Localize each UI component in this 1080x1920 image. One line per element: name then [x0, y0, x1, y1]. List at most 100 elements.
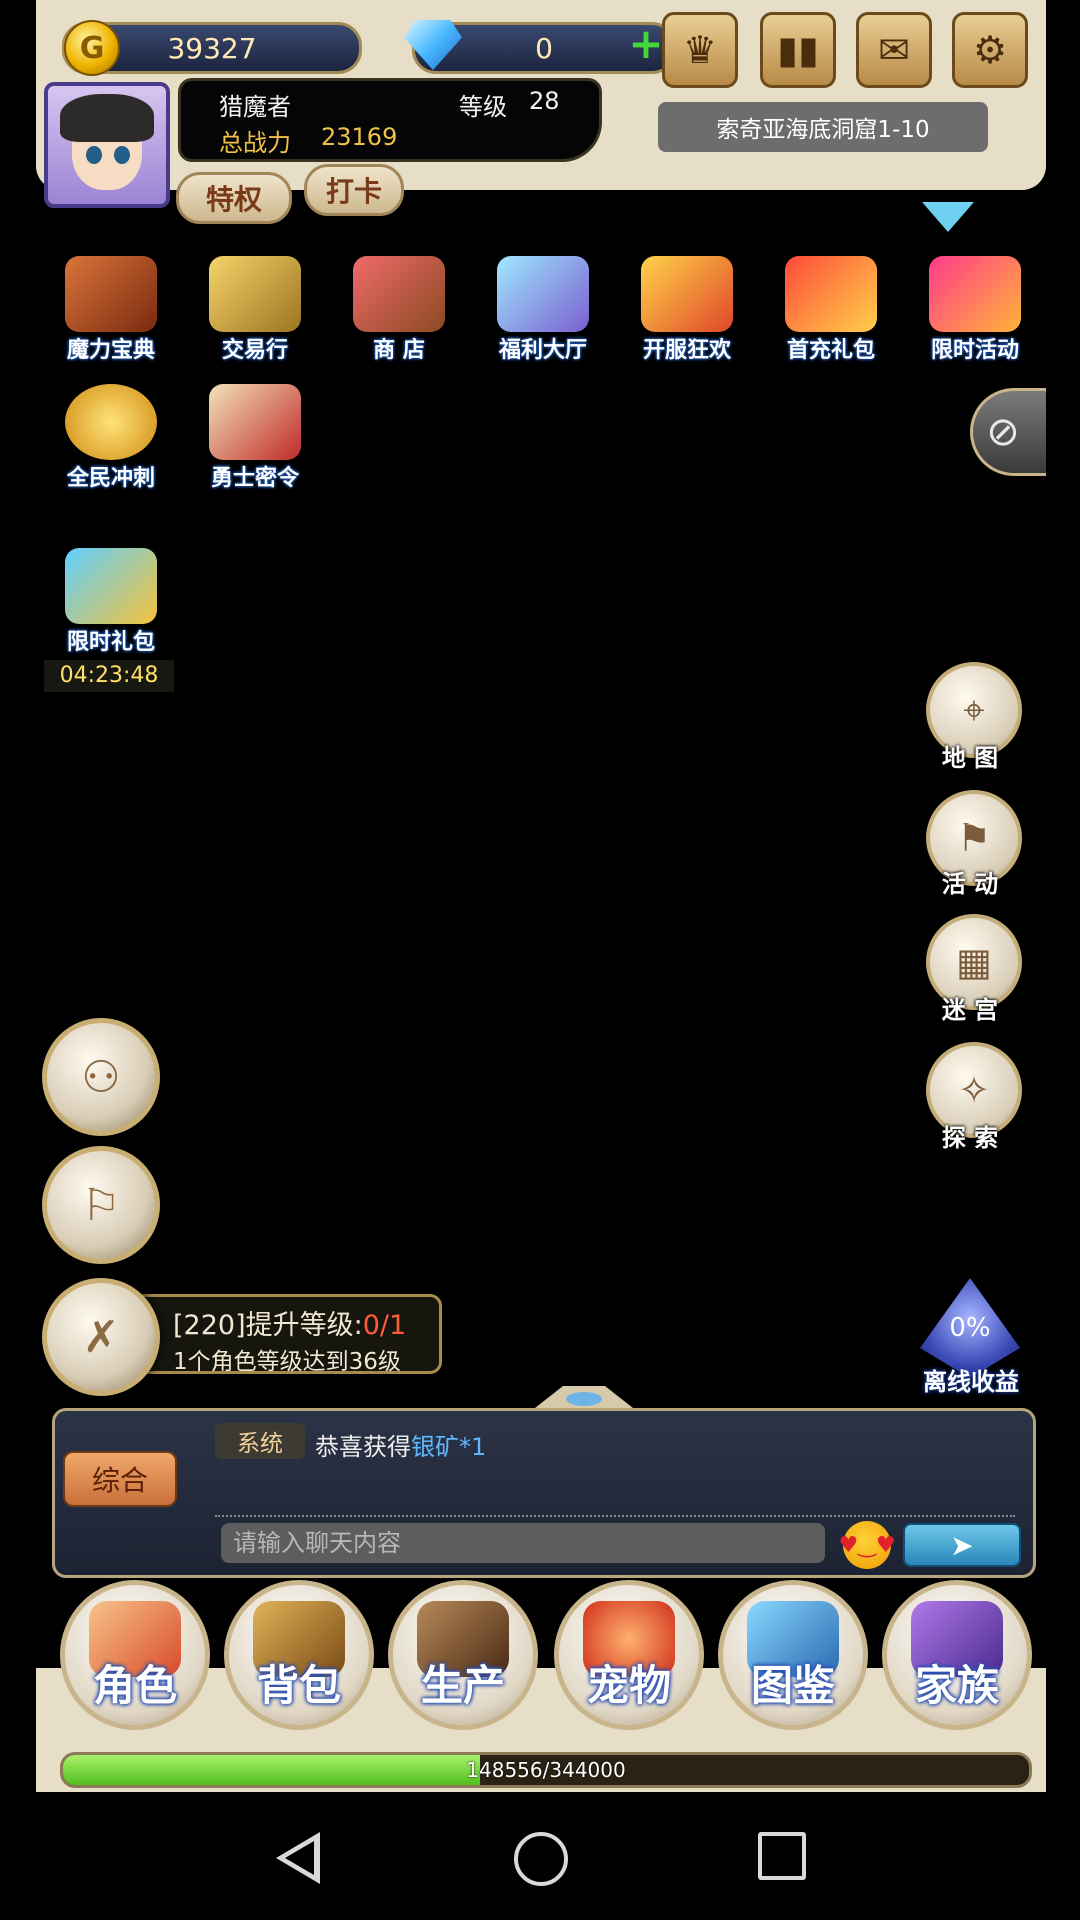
- power-value: 23169: [321, 123, 398, 151]
- heart-eyes-emoji-icon: ♥‿♥: [838, 1532, 896, 1558]
- quest-scroll-icon: ✗: [82, 1311, 120, 1363]
- scales-icon: [209, 256, 301, 332]
- quest-progress: 0/1: [362, 1310, 407, 1341]
- home-icon[interactable]: [514, 1832, 568, 1886]
- activity-label: 活 动: [941, 870, 999, 898]
- recent-apps-icon[interactable]: [758, 1832, 806, 1880]
- feature-magic-book[interactable]: 魔力宝典: [46, 256, 176, 368]
- feature-trading-house[interactable]: 交易行: [190, 256, 320, 368]
- feature-label: 全民冲刺: [66, 466, 155, 491]
- gold-value: 39327: [167, 31, 257, 65]
- feature-warrior-order[interactable]: 勇士密令: [190, 384, 320, 496]
- chat-panel: 综合 系统 恭喜获得银矿*1 ♥‿♥ ➤: [52, 1408, 1036, 1578]
- gift-countdown: 04:23:48: [44, 660, 174, 692]
- feature-shop[interactable]: 商 店: [334, 256, 464, 368]
- fist-icon: [65, 384, 157, 460]
- trophy-button[interactable]: ♛: [662, 12, 738, 88]
- feature-sprint[interactable]: 全民冲刺: [46, 384, 176, 496]
- chat-tab-general[interactable]: 综合: [63, 1451, 177, 1507]
- feature-server-carnival[interactable]: 开服狂欢: [622, 256, 752, 368]
- player-avatar[interactable]: [44, 82, 170, 208]
- nav-collection[interactable]: 图鉴: [718, 1580, 868, 1730]
- nav-character[interactable]: 角色: [60, 1580, 210, 1730]
- gem-value: 0: [535, 31, 553, 65]
- map-label: 地 图: [941, 744, 999, 772]
- feature-label: 交易行: [221, 338, 288, 363]
- battle-flag-button[interactable]: ⚐: [42, 1146, 160, 1264]
- hide-ui-toggle[interactable]: ⊘: [970, 388, 1046, 476]
- privilege-button[interactable]: 特权: [176, 172, 292, 224]
- game-screen: 39327 G 0 + ♛ ▮▮ ✉ ⚙ 猎魔者 等级 28 总战力 23169…: [36, 0, 1046, 1792]
- trophy-icon: ♛: [682, 28, 718, 72]
- back-icon[interactable]: [276, 1832, 320, 1884]
- nav-production[interactable]: 生产: [388, 1580, 538, 1730]
- feature-label: 福利大厅: [498, 338, 587, 363]
- player-info-panel: 猎魔者 等级 28 总战力 23169: [178, 78, 602, 162]
- battle-flag-icon: ⚐: [81, 1179, 121, 1231]
- nav-label: 角色: [92, 1661, 177, 1710]
- gift-clock-icon: [65, 548, 157, 624]
- system-nav-bar: [0, 1792, 1080, 1920]
- location-label: 索奇亚海底洞窟1-10: [658, 102, 988, 152]
- chat-message-text: 恭喜获得: [315, 1433, 411, 1461]
- feature-label: 首充礼包: [786, 338, 875, 363]
- quest-button[interactable]: ✗: [42, 1278, 160, 1396]
- chevron-down-icon[interactable]: [922, 202, 974, 232]
- fireworks-icon: [929, 256, 1021, 332]
- settings-button[interactable]: ⚙: [952, 12, 1028, 88]
- feature-first-recharge[interactable]: 首充礼包: [766, 256, 896, 368]
- envelope-icon: ✉: [878, 28, 910, 72]
- feature-label: 限时礼包: [66, 630, 155, 655]
- power-label: 总战力: [219, 129, 291, 157]
- quest-description: 1个角色等级达到36级: [173, 1349, 401, 1375]
- feature-label: 限时活动: [930, 338, 1019, 363]
- feature-welfare-hall[interactable]: 福利大厅: [478, 256, 608, 368]
- quest-title: [220]提升等级:: [173, 1310, 363, 1341]
- team-button[interactable]: ⚇: [42, 1018, 160, 1136]
- checkin-button[interactable]: 打卡: [304, 164, 404, 216]
- chat-message-item[interactable]: 银矿*1: [411, 1433, 486, 1461]
- nav-label: 图鉴: [750, 1661, 835, 1710]
- feature-label: 勇士密令: [210, 466, 299, 491]
- gift-box-stars-icon: [497, 256, 589, 332]
- nav-backpack[interactable]: 背包: [224, 1580, 374, 1730]
- chat-expand-handle[interactable]: [535, 1386, 633, 1408]
- emoji-button[interactable]: ♥‿♥: [838, 1521, 896, 1569]
- feature-limited-event[interactable]: 限时活动: [910, 256, 1040, 368]
- eye-slash-icon: ⊘: [986, 409, 1020, 455]
- explore-label: 探 索: [941, 1124, 999, 1152]
- paper-plane-icon: ➤: [950, 1528, 974, 1562]
- ranking-button[interactable]: ▮▮: [760, 12, 836, 88]
- mail-button[interactable]: ✉: [856, 12, 932, 88]
- gold-coin-icon: G: [64, 20, 120, 76]
- add-gems-button[interactable]: +: [626, 23, 666, 65]
- maze-label: 迷 宫: [941, 996, 999, 1024]
- market-stall-icon: [353, 256, 445, 332]
- team-icon: ⚇: [81, 1051, 121, 1103]
- feature-label: 开服狂欢: [642, 338, 731, 363]
- horn-icon: [641, 256, 733, 332]
- maze-icon: ▦: [956, 940, 992, 984]
- nav-label: 背包: [256, 1661, 341, 1710]
- bar-chart-icon: ▮▮: [777, 28, 819, 72]
- experience-text: 148556/344000: [466, 1758, 626, 1782]
- compass-icon: ✧: [958, 1068, 990, 1112]
- send-button[interactable]: ➤: [903, 1523, 1021, 1567]
- nav-label: 宠物: [586, 1661, 671, 1710]
- chat-divider: [215, 1515, 1015, 1517]
- chat-channel-badge: 系统: [215, 1423, 305, 1459]
- chat-input[interactable]: [221, 1523, 825, 1563]
- nav-pet[interactable]: 宠物: [554, 1580, 704, 1730]
- feature-label: 魔力宝典: [66, 338, 155, 363]
- flag-icon: ⚑: [956, 816, 992, 860]
- level-label: 等级: [459, 93, 507, 121]
- level-value: 28: [529, 87, 560, 115]
- nav-guild[interactable]: 家族: [882, 1580, 1032, 1730]
- feature-label: 商 店: [373, 338, 425, 363]
- offline-percent: 0%: [949, 1313, 991, 1343]
- player-name: 猎魔者: [219, 93, 291, 121]
- feature-limited-gift[interactable]: 限时礼包: [46, 548, 176, 660]
- nav-label: 家族: [914, 1661, 999, 1710]
- quest-tracker[interactable]: [220]提升等级:0/1 1个角色等级达到36级: [136, 1294, 442, 1375]
- quest-title-row: [220]提升等级:0/1: [173, 1303, 439, 1342]
